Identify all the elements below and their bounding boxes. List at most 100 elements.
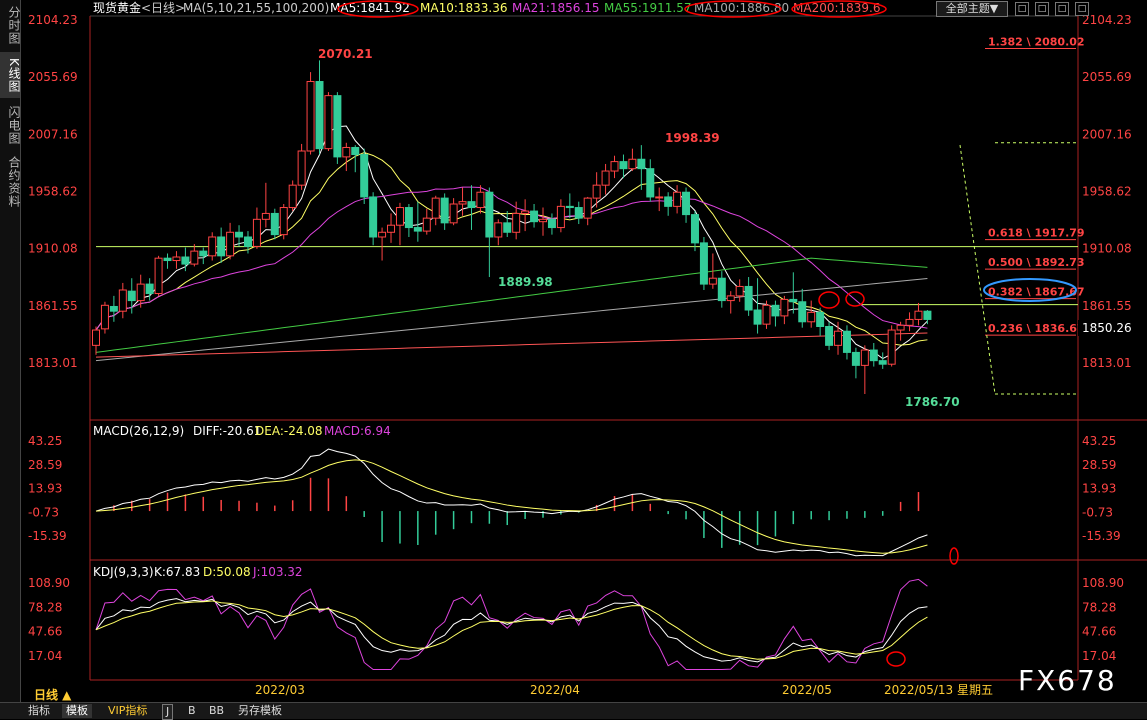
chart-canvas[interactable]: 现货黄金 <日线> MA(5,10,21,55,100,200) MA5:184… — [20, 0, 1147, 702]
window-button-2[interactable]: □ — [1035, 2, 1049, 16]
candle-body — [172, 256, 181, 262]
candle-body — [315, 81, 324, 150]
macd-value: MACD:6.94 — [324, 424, 391, 438]
candle-body — [467, 201, 476, 209]
x-label-may: 2022/05 — [782, 683, 832, 697]
tab-timeshare[interactable]: 分时图 — [0, 2, 21, 48]
tab-vip-indicators[interactable]: VIP指标 — [104, 704, 151, 718]
candle-body — [842, 330, 851, 353]
fib-level-label: 0.500 \ 1892.73 — [988, 256, 1085, 269]
candle-body — [494, 222, 503, 238]
kdj-tick-right: 78.28 — [1082, 600, 1116, 614]
ma-legend-item: MA21:1856.15 — [512, 1, 600, 15]
theme-dropdown[interactable]: 全部主题▼ — [936, 1, 1008, 17]
price-tick-right: 1958.62 — [1082, 185, 1132, 199]
kdj-tick-left: 78.28 — [28, 600, 62, 614]
candle-body — [154, 257, 163, 295]
crossover-circle-1 — [818, 291, 840, 309]
ma-legend-item: MA55:1911.57 — [604, 1, 692, 15]
candle-body — [878, 360, 887, 365]
price-tick-left: 1958.62 — [28, 185, 78, 199]
candle-body — [324, 95, 333, 150]
header-legend: 现货黄金 <日线> MA(5,10,21,55,100,200) MA5:184… — [93, 0, 887, 18]
ma-legend-item: MA10:1833.36 — [420, 1, 508, 15]
window-button-4[interactable]: □ — [1075, 2, 1089, 16]
high-annotation: 2070.21 — [318, 47, 373, 61]
candle-body — [726, 295, 735, 302]
candle-body — [628, 158, 637, 170]
period-selector[interactable]: 日线 ▲ — [34, 686, 71, 703]
window-button-3[interactable]: □ — [1055, 2, 1069, 16]
macd-label: MACD(26,12,9) — [93, 424, 184, 438]
candle-body — [789, 298, 798, 303]
candle-body — [690, 214, 699, 244]
candle-body — [717, 277, 726, 302]
candle-body — [369, 196, 378, 238]
x-axis: 2022/03 2022/04 2022/05 2022/05/13 星期五 — [255, 683, 993, 697]
macd-tick-left: -15.39 — [28, 529, 67, 543]
candle-body — [655, 196, 664, 199]
candle-body — [646, 168, 655, 198]
candle-body — [601, 170, 610, 186]
low-annotation: 1786.70 — [905, 395, 960, 409]
tab-contract-info[interactable]: 合约资料 — [0, 152, 21, 212]
tab-flash[interactable]: 闪电图 — [0, 102, 21, 148]
macd-tick-right: -0.73 — [1082, 505, 1113, 519]
kdj-tick-right: 47.66 — [1082, 625, 1116, 639]
watermark-logo: FX678 — [1018, 664, 1117, 697]
fib-level-label: 0.618 \ 1917.79 — [988, 227, 1085, 240]
candle-body — [556, 205, 565, 229]
candle-body — [279, 207, 288, 236]
candle-body — [100, 304, 109, 330]
candle-body — [530, 210, 539, 223]
macd-tick-right: 13.93 — [1082, 482, 1116, 496]
tab-bb[interactable]: BB — [205, 704, 228, 718]
candle-body — [896, 324, 905, 331]
candle-body — [199, 250, 208, 257]
candle-body — [825, 325, 834, 346]
candle-body — [190, 250, 199, 265]
tab-save-template[interactable]: 另存模板 — [234, 704, 286, 718]
tab-indicators[interactable]: 指标 — [24, 704, 54, 718]
candle-body — [109, 305, 118, 312]
candle-body — [360, 154, 369, 198]
candle-body — [449, 203, 458, 224]
kdj-tick-left: 17.04 — [28, 649, 62, 663]
fib-level-label: 1.382 \ 2080.02 — [988, 36, 1085, 49]
candle-body — [923, 310, 932, 320]
candle-body — [744, 285, 753, 311]
kdj-tick-right: 108.90 — [1082, 576, 1124, 590]
candle-body — [592, 184, 601, 199]
price-tick-right: 2055.69 — [1082, 70, 1132, 84]
window-button-1[interactable]: □ — [1015, 2, 1029, 16]
macd-tick-right: 28.59 — [1082, 458, 1116, 472]
candle-body — [512, 212, 521, 233]
mid-high-annotation: 1998.39 — [665, 131, 720, 145]
kdj-cross-circle — [886, 651, 906, 667]
kdj-k-line — [95, 598, 928, 663]
candle-body — [771, 304, 780, 317]
price-tick-right: 2007.16 — [1082, 127, 1132, 141]
tab-b[interactable]: B — [184, 704, 200, 718]
price-tick-right: 2104.23 — [1082, 13, 1132, 27]
price-tick-right: 1910.08 — [1082, 242, 1132, 256]
candle-body — [708, 277, 717, 285]
ma200-line — [95, 332, 928, 358]
tab-kline[interactable]: K线图 — [0, 52, 21, 98]
candle-body — [306, 81, 315, 152]
price-tick-right: 1861.55 — [1082, 299, 1132, 313]
candle-body — [235, 231, 244, 238]
candle-body — [395, 207, 404, 226]
candle-body — [905, 318, 914, 326]
candle-body — [342, 146, 351, 158]
candle-body — [288, 184, 297, 209]
macd-tick-right: 43.25 — [1082, 434, 1116, 448]
candle-body — [413, 227, 422, 232]
candle-body — [610, 161, 619, 172]
candle-body — [226, 231, 235, 257]
candle-body — [243, 236, 252, 247]
candle-body — [458, 201, 467, 205]
candle-body — [539, 218, 547, 223]
fib-level-label: 0.382 \ 1867.67 — [988, 286, 1085, 299]
tab-templates[interactable]: 模板 — [62, 704, 92, 718]
